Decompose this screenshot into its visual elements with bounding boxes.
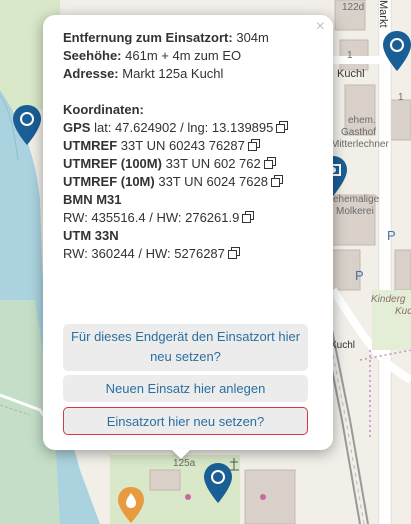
utmref100-row: UTMREF (100M) 33T UN 602 762 [63, 155, 313, 173]
copy-icon[interactable] [263, 157, 276, 169]
copy-icon[interactable] [270, 175, 283, 187]
gps-row: GPS lat: 47.624902 / lng: 13.139895 [63, 119, 313, 137]
copy-icon[interactable] [227, 247, 240, 259]
elevation-label: Seehöhe: [63, 48, 122, 63]
reset-location-button[interactable]: Einsatzort hier neu setzen? [63, 407, 308, 435]
popup-pointer [171, 449, 191, 459]
map-label-poi: Kuch [395, 306, 411, 317]
map-label-poi: Kinderg [371, 294, 406, 305]
reset-device-location-button[interactable]: Für dieses Endgerät den Einsatzort hier … [63, 324, 308, 371]
utmref100-label: UTMREF (100M) [63, 156, 162, 171]
copy-icon[interactable] [242, 211, 255, 223]
bmn-label: BMN M31 [63, 192, 122, 207]
map-label-house: 125a [173, 458, 196, 469]
utmref-value: 33T UN 60243 76287 [120, 138, 245, 153]
map-label-house: 1 [398, 92, 404, 103]
copy-icon[interactable] [247, 139, 260, 151]
distance-row: Entfernung zum Einsatzort: 304m [63, 29, 313, 47]
utm-value: RW: 360244 / HW: 5276287 [63, 246, 225, 261]
gps-value: lat: 47.624902 / lng: 13.139895 [94, 120, 274, 135]
incident-marker-icon[interactable] [203, 462, 233, 504]
parking-icon: P [387, 228, 396, 243]
gps-label: GPS [63, 120, 91, 135]
utm-label: UTM 33N [63, 228, 119, 243]
distance-value: 304m [236, 30, 269, 45]
address-label: Adresse: [63, 66, 119, 81]
map-label-poi: Molkerei [336, 206, 374, 217]
map-label-street: Kuchl [337, 68, 365, 80]
location-marker-icon[interactable] [382, 30, 411, 72]
bmn-row: RW: 435516.4 / HW: 276261.9 [63, 209, 313, 227]
location-popup: × Entfernung zum Einsatzort: 304m Seehöh… [43, 15, 333, 450]
bmn-value: RW: 435516.4 / HW: 276261.9 [63, 210, 240, 225]
address-row: Adresse: Markt 125a Kuchl [63, 65, 313, 83]
elevation-value: 461m + 4m zum EO [125, 48, 242, 63]
distance-label: Entfernung zum Einsatzort: [63, 30, 233, 45]
close-icon[interactable]: × [316, 19, 325, 35]
map-label-house: 122d [342, 2, 365, 13]
utmref10-row: UTMREF (10M) 33T UN 6024 7628 [63, 173, 313, 191]
map-label-street: Markt [377, 0, 389, 28]
parking-icon: P [355, 268, 364, 283]
utmref-row: UTMREF 33T UN 60243 76287 [63, 137, 313, 155]
utmref100-value: 33T UN 602 762 [165, 156, 261, 171]
coords-heading: Koordinaten: [63, 102, 144, 117]
map-label-station: Kuchl [330, 340, 356, 351]
hydrant-marker-icon[interactable] [117, 486, 145, 524]
utmref-label: UTMREF [63, 138, 118, 153]
utmref10-label: UTMREF (10M) [63, 174, 155, 189]
elevation-row: Seehöhe: 461m + 4m zum EO [63, 47, 313, 65]
map-label-poi: Gasthof [341, 127, 377, 138]
utm-row: RW: 360244 / HW: 5276287 [63, 245, 313, 263]
map-label-poi: Mitterlechner [331, 139, 389, 150]
new-incident-button[interactable]: Neuen Einsatz hier anlegen [63, 375, 308, 402]
location-marker-icon[interactable] [12, 104, 42, 146]
map-label-poi: ehem. [348, 115, 376, 126]
utmref10-value: 33T UN 6024 7628 [158, 174, 268, 189]
address-value: Markt 125a Kuchl [122, 66, 224, 81]
copy-icon[interactable] [276, 121, 289, 133]
map-label-house: 1 [347, 50, 353, 61]
